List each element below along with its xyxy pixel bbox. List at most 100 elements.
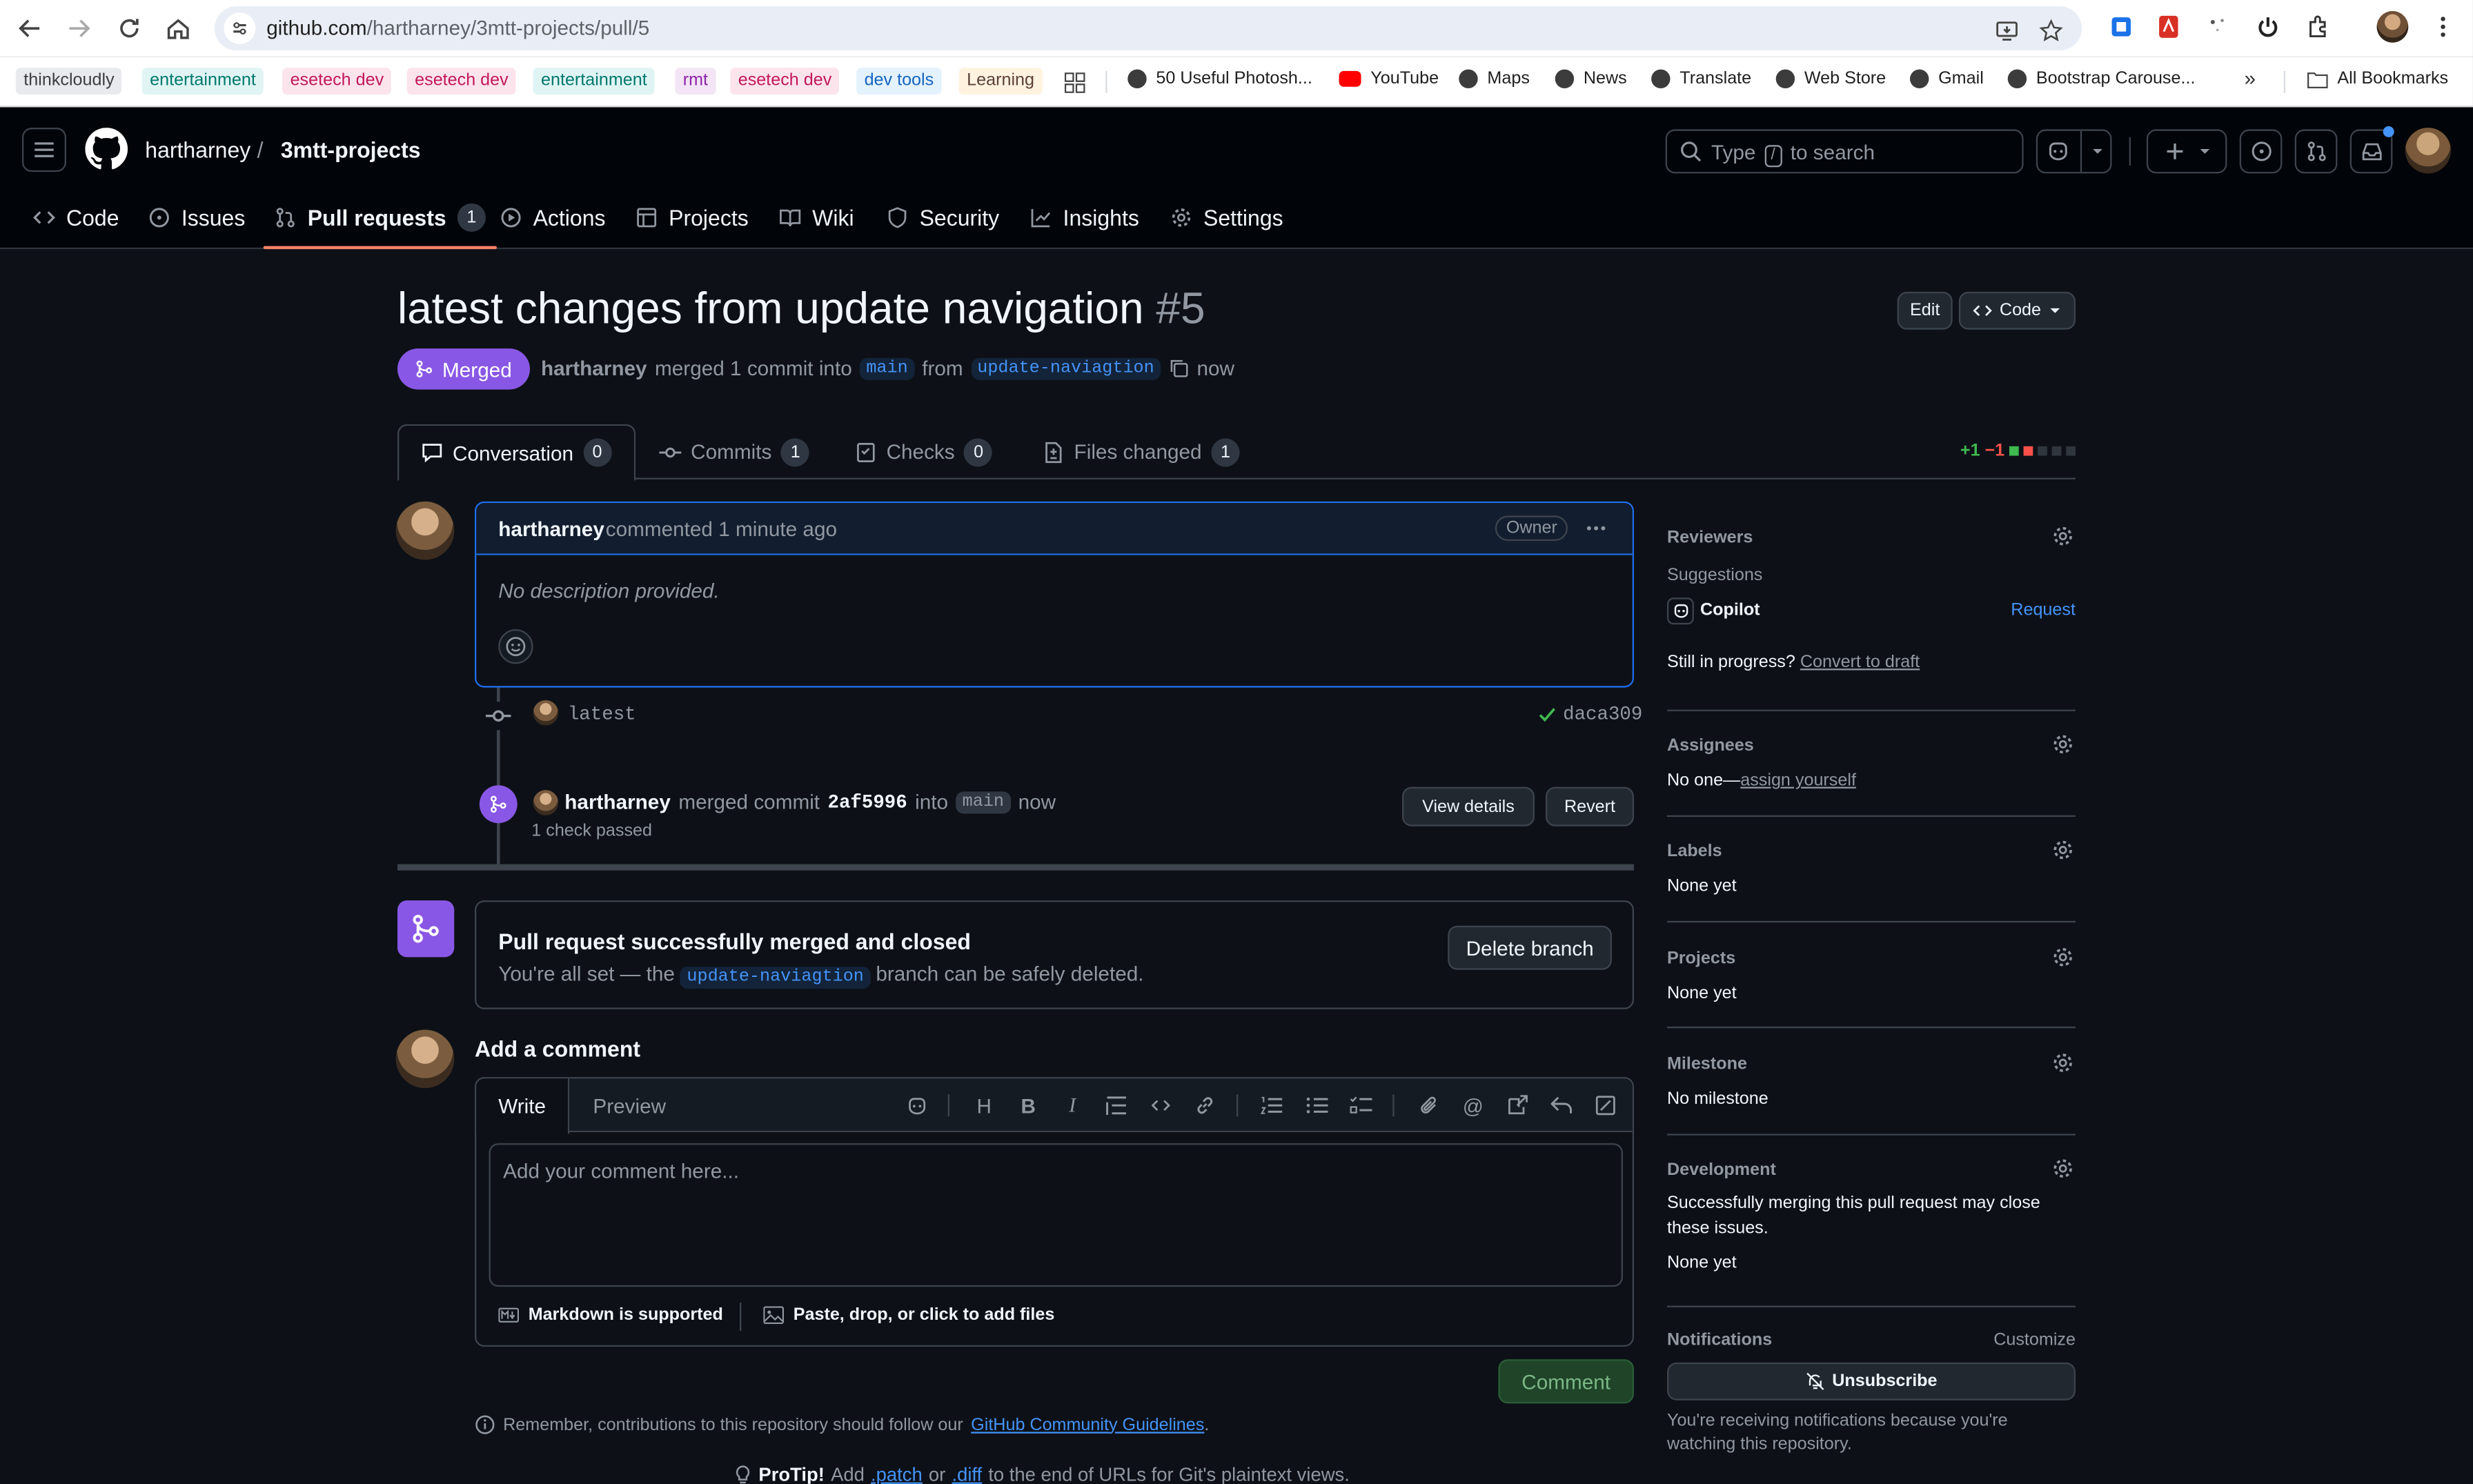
labels-heading[interactable]: Labels <box>1667 842 2076 861</box>
browser-menu-icon[interactable] <box>2427 11 2459 43</box>
more-bookmarks-icon[interactable]: » <box>2245 66 2256 90</box>
bookmark-folder[interactable]: entertainment <box>533 68 656 95</box>
tab-commits[interactable]: Commits 1 <box>659 424 810 479</box>
all-bookmarks-button[interactable]: All Bookmarks <box>2307 70 2448 88</box>
address-bar[interactable]: github.com/hartharney/3mtt-projects/pull… <box>214 6 2082 51</box>
loading-extension-icon[interactable] <box>2202 11 2234 43</box>
development-heading[interactable]: Development <box>1667 1160 2076 1179</box>
bookmark-folder[interactable]: esetech dev <box>282 68 392 95</box>
tab-write[interactable]: Write <box>476 1078 570 1134</box>
code-icon[interactable] <box>1148 1093 1174 1118</box>
bookmark-link[interactable]: Gmail <box>1909 69 1984 88</box>
link-icon[interactable] <box>1192 1093 1218 1118</box>
quote-icon[interactable] <box>1104 1093 1130 1118</box>
bookmark-star-icon[interactable] <box>2036 16 2065 44</box>
avatar[interactable] <box>395 1029 455 1089</box>
bookmark-link[interactable]: Web Store <box>1775 69 1886 88</box>
delete-branch-button[interactable]: Delete branch <box>1448 925 1612 970</box>
site-info-icon[interactable] <box>224 12 256 44</box>
tab-insights[interactable]: Insights <box>1030 188 1139 248</box>
gear-icon[interactable] <box>2050 524 2076 549</box>
avatar[interactable] <box>533 790 559 815</box>
pr-author-link[interactable]: hartharney <box>541 357 647 380</box>
search-input[interactable]: Type / to search <box>1665 129 2024 174</box>
commit-sha-link[interactable]: daca309 <box>1538 703 1642 725</box>
markdown-help-link[interactable]: Markdown is supported <box>498 1306 723 1325</box>
heading-icon[interactable]: H <box>972 1093 997 1118</box>
create-new-button[interactable] <box>2146 129 2227 174</box>
customize-notifications-link[interactable]: Customize <box>1993 1331 2076 1349</box>
bookmark-link[interactable]: News <box>1555 69 1627 88</box>
bookmark-folder[interactable]: entertainment <box>141 68 264 95</box>
revert-button[interactable]: Revert <box>1545 786 1634 827</box>
reload-icon[interactable] <box>110 10 148 48</box>
checks-status[interactable]: 1 check passed <box>531 822 652 840</box>
tab-files-changed[interactable]: Files changed 1 <box>1043 424 1240 479</box>
gear-icon[interactable] <box>2050 732 2076 758</box>
forward-icon[interactable] <box>60 10 98 48</box>
unsubscribe-button[interactable]: Unsubscribe <box>1666 1362 2076 1401</box>
italic-icon[interactable]: I <box>1060 1093 1085 1118</box>
copilot-icon[interactable] <box>904 1093 929 1118</box>
tab-actions[interactable]: Actions <box>500 188 606 248</box>
bold-icon[interactable]: B <box>1016 1093 1041 1118</box>
diff-link[interactable]: .diff <box>952 1463 982 1484</box>
menu-icon[interactable] <box>21 128 66 172</box>
head-branch[interactable]: update-naviagtion <box>971 357 1161 379</box>
assign-yourself-link[interactable]: assign yourself <box>1740 771 1856 790</box>
mention-icon[interactable]: @ <box>1461 1093 1486 1118</box>
repo-owner-link[interactable]: hartharney <box>145 137 250 163</box>
tab-security[interactable]: Security <box>887 188 999 248</box>
tab-checks[interactable]: Checks 0 <box>855 424 993 479</box>
tab-preview[interactable]: Preview <box>593 1078 666 1132</box>
bookmark-folder[interactable]: esetech dev <box>730 68 840 95</box>
tab-projects[interactable]: Projects <box>636 188 749 248</box>
gear-icon[interactable] <box>2050 1156 2076 1181</box>
patch-link[interactable]: .patch <box>871 1463 923 1484</box>
comment-textarea[interactable] <box>489 1143 1623 1287</box>
profile-avatar[interactable] <box>2376 10 2409 43</box>
bookmark-folder[interactable]: rmt <box>675 68 716 95</box>
tab-settings[interactable]: Settings <box>1170 188 1283 248</box>
tab-code[interactable]: Code <box>33 188 119 248</box>
power-extension-icon[interactable] <box>2252 11 2284 43</box>
reviewers-heading[interactable]: Reviewers <box>1667 528 2076 547</box>
tab-wiki[interactable]: Wiki <box>779 188 854 248</box>
repo-name-link[interactable]: 3mtt-projects <box>281 137 421 163</box>
fullscreen-icon[interactable] <box>1593 1093 1619 1118</box>
projects-heading[interactable]: Projects <box>1667 949 2076 968</box>
bookmark-link[interactable]: 50 Useful Photosh... <box>1127 69 1312 88</box>
head-branch[interactable]: update-naviagtion <box>680 967 871 989</box>
comment-timestamp[interactable]: commented 1 minute ago <box>606 517 837 541</box>
commit-message-link[interactable]: latest <box>568 703 636 725</box>
request-review-button[interactable]: Request <box>2011 601 2076 620</box>
attach-files-button[interactable]: Paste, drop, or click to add files <box>763 1306 1054 1325</box>
bookmark-folder[interactable]: esetech dev <box>406 68 517 95</box>
copy-icon[interactable] <box>1168 358 1189 379</box>
view-details-button[interactable]: View details <box>1401 786 1535 827</box>
edit-title-button[interactable]: Edit <box>1897 291 1953 330</box>
comment-author-link[interactable]: hartharney <box>498 517 604 541</box>
cross-reference-icon[interactable] <box>1505 1093 1530 1118</box>
tab-conversation[interactable]: Conversation 0 <box>397 424 636 482</box>
task-list-icon[interactable] <box>1348 1093 1374 1118</box>
bookmark-folder[interactable]: dev tools <box>856 68 942 95</box>
merge-author-link[interactable]: hartharney <box>564 790 671 813</box>
user-avatar[interactable] <box>2405 128 2451 174</box>
avatar[interactable] <box>395 501 455 560</box>
pull-requests-button[interactable] <box>2294 129 2338 174</box>
community-guidelines-link[interactable]: GitHub Community Guidelines <box>971 1415 1204 1434</box>
base-branch[interactable]: main <box>860 357 914 379</box>
bookmark-folder[interactable]: Learning <box>958 68 1043 95</box>
tab-pull-requests[interactable]: Pull requests 1 <box>263 188 497 250</box>
tab-issues[interactable]: Issues <box>148 188 245 248</box>
avatar[interactable] <box>533 700 559 726</box>
copilot-menu-button[interactable] <box>2036 129 2112 174</box>
issues-button[interactable] <box>2239 129 2283 174</box>
unordered-list-icon[interactable] <box>1304 1093 1330 1118</box>
back-icon[interactable] <box>11 10 49 48</box>
milestone-heading[interactable]: Milestone <box>1667 1055 2076 1074</box>
gear-icon[interactable] <box>2050 838 2076 863</box>
home-icon[interactable] <box>159 10 197 48</box>
ordered-list-icon[interactable] <box>1259 1093 1284 1118</box>
